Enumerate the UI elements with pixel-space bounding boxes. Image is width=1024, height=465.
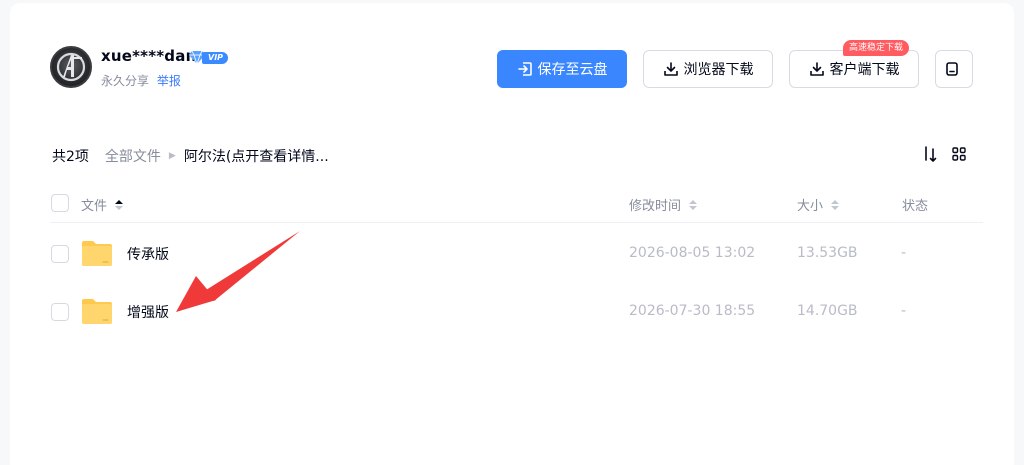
download-icon bbox=[663, 62, 678, 76]
client-download-label: 客户端下载 bbox=[829, 62, 900, 78]
file-status: - bbox=[901, 245, 907, 261]
column-header-size-label: 大小 bbox=[797, 199, 824, 214]
report-link[interactable]: 举报 bbox=[157, 74, 181, 88]
folder-icon bbox=[82, 299, 112, 324]
sort-arrows-icon bbox=[689, 199, 698, 210]
file-modified: 2026-08-05 13:02 bbox=[629, 245, 756, 261]
vip-badge: VIP bbox=[189, 50, 229, 65]
permanent-share-label: 永久分享 bbox=[101, 74, 150, 88]
column-header-name[interactable]: 文件 bbox=[81, 195, 124, 214]
breadcrumb: 共2项 全部文件 ▶ 阿尔法(点开查看详情... bbox=[52, 146, 329, 166]
browser-download-label: 浏览器下载 bbox=[683, 62, 754, 78]
table-header-divider bbox=[50, 222, 983, 223]
sort-icon[interactable] bbox=[922, 145, 938, 163]
column-header-name-label: 文件 bbox=[81, 199, 108, 214]
breadcrumb-separator-icon: ▶ bbox=[168, 151, 176, 161]
column-header-size[interactable]: 大小 bbox=[797, 195, 840, 214]
row-checkbox[interactable] bbox=[51, 245, 69, 263]
column-header-status-label: 状态 bbox=[902, 199, 929, 214]
item-count: 共2项 bbox=[52, 149, 89, 165]
file-name[interactable]: 增强版 bbox=[127, 302, 169, 322]
save-to-cloud-label: 保存至云盘 bbox=[537, 62, 608, 78]
breadcrumb-all-files[interactable]: 全部文件 bbox=[105, 146, 161, 166]
folder-icon bbox=[82, 241, 112, 266]
download-icon bbox=[809, 62, 824, 76]
sort-arrows-icon bbox=[831, 199, 840, 210]
file-status: - bbox=[901, 303, 907, 319]
file-name[interactable]: 传承版 bbox=[127, 244, 169, 264]
share-meta: 永久分享 举报 bbox=[101, 72, 181, 89]
save-to-cloud-button[interactable]: 保存至云盘 bbox=[497, 50, 627, 88]
row-checkbox[interactable] bbox=[51, 303, 69, 321]
username: xue****dan bbox=[101, 47, 197, 65]
vip-label: VIP bbox=[202, 51, 229, 64]
table-row[interactable]: 增强版 2026-07-30 18:55 14.70GB - bbox=[0, 283, 1024, 341]
save-to-cloud-icon bbox=[517, 62, 532, 76]
breadcrumb-current: 阿尔法(点开查看详情... bbox=[183, 149, 329, 165]
qr-device-icon bbox=[945, 62, 958, 76]
file-size: 13.53GB bbox=[797, 245, 858, 261]
select-all-checkbox[interactable] bbox=[51, 194, 69, 212]
device-button[interactable] bbox=[935, 50, 973, 88]
sort-arrows-icon bbox=[115, 199, 124, 210]
avengers-logo-icon bbox=[56, 52, 86, 82]
column-header-modified[interactable]: 修改时间 bbox=[629, 195, 698, 214]
table-row[interactable]: 传承版 2026-08-05 13:02 13.53GB - bbox=[0, 225, 1024, 283]
speed-badge: 高速稳定下载 bbox=[843, 40, 910, 56]
file-size: 14.70GB bbox=[797, 303, 858, 319]
column-header-modified-label: 修改时间 bbox=[629, 199, 682, 214]
column-header-status: 状态 bbox=[902, 195, 928, 214]
grid-view-icon[interactable] bbox=[952, 147, 966, 161]
browser-download-button[interactable]: 浏览器下载 bbox=[643, 50, 773, 88]
file-modified: 2026-07-30 18:55 bbox=[629, 303, 756, 319]
avatar bbox=[50, 46, 92, 88]
